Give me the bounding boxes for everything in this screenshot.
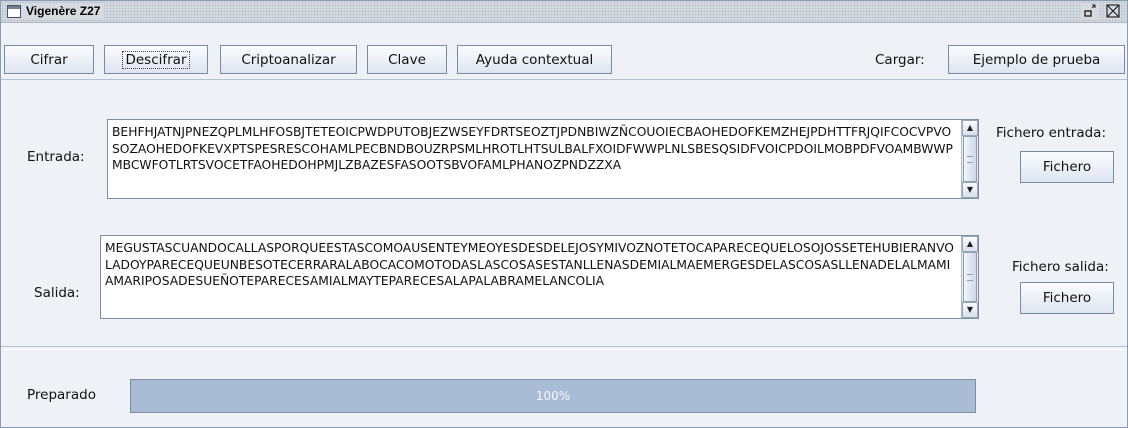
cargar-label: Cargar: (875, 52, 925, 68)
close-icon[interactable] (1105, 3, 1121, 19)
criptoanalizar-label: Criptoanalizar (241, 51, 336, 68)
status-label: Preparado (27, 387, 96, 403)
separator (1, 346, 1127, 350)
criptoanalizar-button[interactable]: Criptoanalizar (220, 45, 357, 74)
cifrar-label: Cifrar (30, 51, 68, 68)
salida-scrollbar[interactable]: ▲ ▼ (961, 236, 978, 318)
progress-text: 100% (535, 389, 571, 403)
entrada-text: BEHFHJATNJPNEZQPLMLHFOSBJTETEOICPWDPUTOB… (112, 125, 953, 172)
entrada-scrollbar[interactable]: ▲ ▼ (961, 120, 978, 198)
fichero-entrada-label: Fichero entrada: (996, 125, 1106, 141)
ejemplo-de-prueba-button[interactable]: Ejemplo de prueba (948, 45, 1125, 74)
ayuda-contextual-label: Ayuda contextual (475, 51, 594, 68)
cifrar-button[interactable]: Cifrar (4, 45, 94, 74)
scroll-down-icon[interactable]: ▼ (962, 182, 978, 198)
salida-textarea[interactable]: MEGUSTASCUANDOCALLASPORQUEESTASCOMOAUSEN… (100, 235, 979, 319)
salida-label: Salida: (34, 285, 80, 301)
entrada-label: Entrada: (27, 149, 85, 165)
ayuda-contextual-button[interactable]: Ayuda contextual (457, 45, 612, 74)
app-window: Vigenère Z27 Cifrar Descifrar Criptoanal… (0, 0, 1128, 428)
scroll-thumb[interactable] (963, 252, 977, 302)
salida-text: MEGUSTASCUANDOCALLASPORQUEESTASCOMOAUSEN… (105, 241, 954, 288)
progress-bar: 100% (130, 379, 976, 413)
fichero-entrada-button-label: Fichero (1042, 159, 1092, 175)
ejemplo-de-prueba-label: Ejemplo de prueba (972, 51, 1101, 68)
clave-button[interactable]: Clave (367, 45, 447, 74)
scroll-up-icon[interactable]: ▲ (962, 120, 978, 136)
clave-label: Clave (388, 51, 426, 68)
scroll-up-icon[interactable]: ▲ (962, 236, 978, 252)
fichero-salida-button-label: Fichero (1042, 290, 1092, 306)
toolbar: Cifrar Descifrar Criptoanalizar Clave Ay… (1, 23, 1127, 80)
scroll-down-icon[interactable]: ▼ (962, 302, 978, 318)
fichero-entrada-button[interactable]: Fichero (1020, 151, 1114, 183)
descifrar-button[interactable]: Descifrar (104, 45, 208, 74)
entrada-textarea[interactable]: BEHFHJATNJPNEZQPLMLHFOSBJTETEOICPWDPUTOB… (107, 119, 979, 199)
fichero-salida-button[interactable]: Fichero (1020, 282, 1114, 314)
scroll-thumb[interactable] (963, 136, 977, 182)
window-icon (7, 5, 21, 18)
restore-icon[interactable] (1082, 3, 1098, 19)
fichero-salida-label: Fichero salida: (1012, 259, 1109, 275)
title-bar[interactable]: Vigenère Z27 (1, 1, 1127, 23)
descifrar-label: Descifrar (122, 50, 190, 69)
window-title: Vigenère Z27 (22, 3, 105, 19)
